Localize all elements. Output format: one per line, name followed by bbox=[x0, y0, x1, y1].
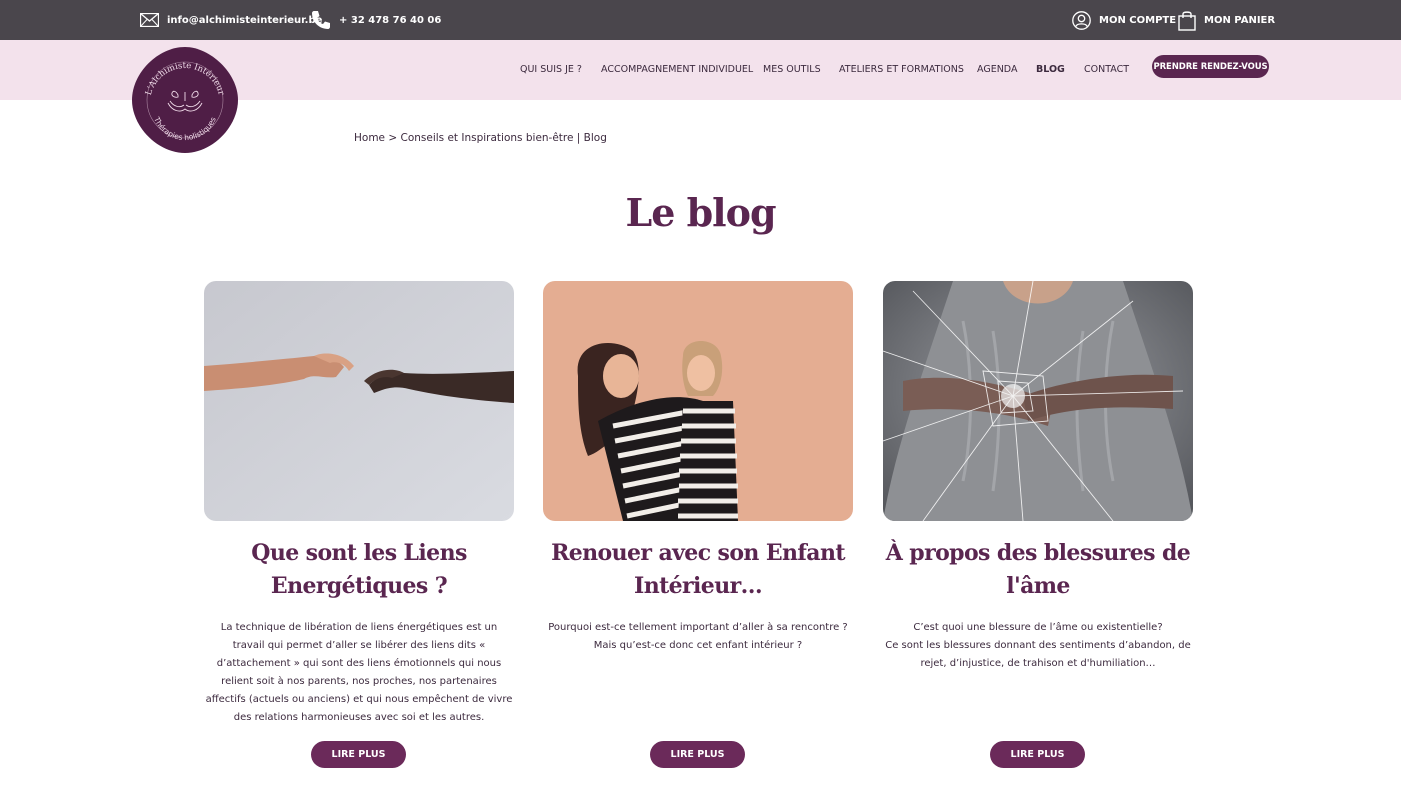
read-more-button[interactable]: LIRE PLUS bbox=[990, 741, 1085, 768]
account-label: MON COMPTE bbox=[1099, 14, 1177, 26]
post-image-broken-glass[interactable] bbox=[883, 281, 1193, 521]
post-title[interactable]: Que sont les Liens Energétiques ? bbox=[204, 537, 514, 603]
phone-icon bbox=[311, 10, 331, 30]
mail-icon bbox=[140, 13, 159, 27]
read-more-button[interactable]: LIRE PLUS bbox=[650, 741, 745, 768]
post-title[interactable]: Renouer avec son Enfant Intérieur… bbox=[543, 537, 853, 603]
page-title: Le blog bbox=[625, 190, 776, 235]
read-more-button[interactable]: LIRE PLUS bbox=[311, 741, 406, 768]
phone-link[interactable]: + 32 478 76 40 06 bbox=[311, 0, 441, 40]
nav-item-blog[interactable]: BLOG bbox=[1036, 64, 1065, 75]
cart-link[interactable]: MON PANIER bbox=[1178, 0, 1275, 40]
post-description: Pourquoi est-ce tellement important d’al… bbox=[548, 622, 848, 651]
blog-post-card: Que sont les Liens Energétiques ? La tec… bbox=[204, 281, 514, 768]
post-image-mother-child[interactable] bbox=[543, 281, 853, 521]
nav-item-qui-suis-je[interactable]: QUI SUIS JE ? bbox=[520, 64, 582, 75]
nav-item-agenda[interactable]: AGENDA bbox=[977, 64, 1017, 75]
email-text: info@alchimisteinterieur.be bbox=[167, 14, 323, 26]
book-appointment-button[interactable]: PRENDRE RENDEZ-VOUS bbox=[1152, 55, 1269, 78]
shopping-bag-icon bbox=[1178, 10, 1196, 31]
nav-item-ateliers[interactable]: ATELIERS ET FORMATIONS bbox=[839, 64, 964, 75]
blog-post-card: Renouer avec son Enfant Intérieur… Pourq… bbox=[543, 281, 853, 768]
nav-item-accompagnement[interactable]: ACCOMPAGNEMENT INDIVIDUEL bbox=[601, 64, 753, 75]
nav-item-mes-outils[interactable]: MES OUTILS bbox=[763, 64, 821, 75]
cart-label: MON PANIER bbox=[1204, 14, 1276, 26]
email-link[interactable]: info@alchimisteinterieur.be bbox=[140, 0, 322, 40]
account-link[interactable]: MON COMPTE bbox=[1072, 0, 1176, 40]
post-description: C’est quoi une blessure de l’âme ou exis… bbox=[885, 622, 1191, 669]
post-image-hands[interactable] bbox=[204, 281, 514, 521]
site-logo[interactable]: L'Alchimiste Intérieur Thérapies holisti… bbox=[130, 45, 240, 155]
breadcrumb[interactable]: Home > Conseils et Inspirations bien-êtr… bbox=[354, 132, 607, 144]
blog-post-card: À propos des blessures de l'âme C’est qu… bbox=[883, 281, 1193, 768]
top-bar: info@alchimisteinterieur.be + 32 478 76 … bbox=[0, 0, 1401, 40]
user-icon bbox=[1072, 10, 1091, 30]
phone-text: + 32 478 76 40 06 bbox=[339, 14, 442, 26]
post-description: La technique de libération de liens éner… bbox=[205, 622, 513, 723]
post-title[interactable]: À propos des blessures de l'âme bbox=[883, 537, 1193, 603]
nav-item-contact[interactable]: CONTACT bbox=[1084, 64, 1129, 75]
